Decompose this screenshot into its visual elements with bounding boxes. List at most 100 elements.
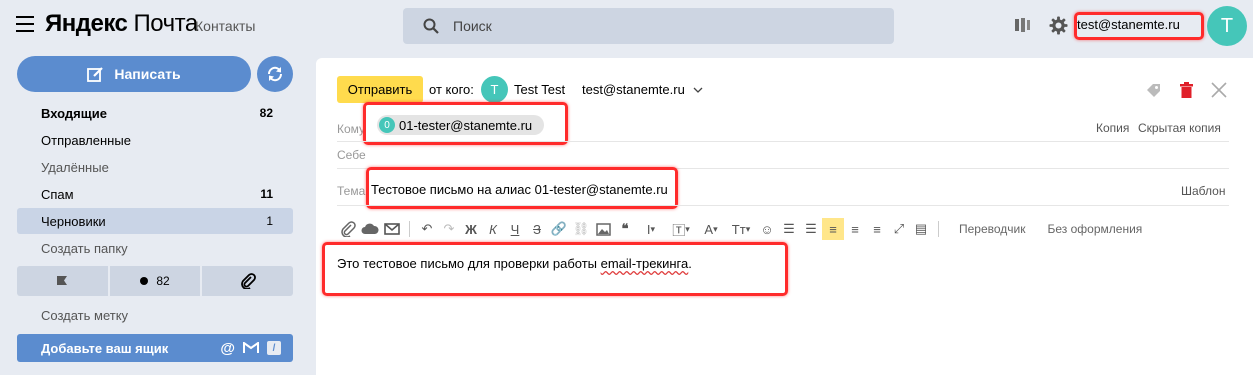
add-mailbox-label: Добавьте ваш ящик	[41, 340, 169, 356]
strikethrough-icon[interactable]: З	[526, 218, 548, 240]
subject-label: Тема	[337, 184, 366, 198]
subject-input[interactable]: Тестовое письмо на алиас 01-tester@stane…	[371, 182, 668, 197]
underline-icon[interactable]: Ч	[504, 218, 526, 240]
create-folder-label: Создать папку	[41, 240, 128, 256]
align-center-icon[interactable]: ≡	[844, 218, 866, 240]
folder-count: 82	[259, 106, 273, 120]
folder-count: 1	[266, 214, 273, 228]
body-text-underlined: email-трекинга	[600, 256, 689, 271]
folder-count: 11	[260, 187, 273, 201]
text-style-icon[interactable]: I ▾	[636, 218, 666, 240]
avatar[interactable]: T	[1207, 6, 1247, 46]
chevron-down-icon	[693, 87, 703, 93]
compose-button[interactable]: Написать	[17, 56, 251, 92]
logo-brand: Яндекс	[45, 10, 128, 37]
sender-avatar: T	[481, 76, 508, 103]
undo-icon[interactable]: ↶	[416, 218, 438, 240]
fullscreen-icon[interactable]: ⤢	[888, 218, 910, 240]
outlook-icon: /	[267, 341, 281, 355]
bcc-link[interactable]: Скрытая копия	[1138, 121, 1221, 135]
tag-icon[interactable]	[1145, 82, 1162, 104]
folder-label: Спам	[41, 186, 74, 202]
italic-icon[interactable]: К	[482, 218, 504, 240]
align-left-icon[interactable]: ≡	[822, 218, 844, 240]
bullet-list-icon[interactable]: ☰	[800, 218, 822, 240]
add-mailbox-button[interactable]: Добавьте ваш ящик @ /	[17, 334, 293, 362]
folder-label: Черновики	[41, 213, 106, 229]
folder-spam[interactable]: Спам 11	[17, 181, 293, 207]
theme-icon[interactable]	[1013, 16, 1031, 39]
body-text-end: .	[688, 256, 692, 271]
send-button[interactable]: Отправить	[337, 76, 423, 103]
refresh-button[interactable]	[257, 56, 293, 92]
recipient-avatar: 0	[379, 117, 395, 133]
flag-filter[interactable]	[17, 266, 108, 296]
from-label: от кого:	[429, 82, 474, 97]
cc-link[interactable]: Копия	[1096, 121, 1129, 135]
sender-email-select[interactable]: test@stanemte.ru	[582, 82, 703, 97]
search-input[interactable]: Поиск	[403, 8, 894, 44]
font-icon[interactable]: A ▾	[696, 218, 726, 240]
quote-icon[interactable]: ❝	[614, 218, 636, 240]
divider	[337, 168, 1229, 169]
bold-icon[interactable]: Ж	[460, 218, 482, 240]
pencil-icon	[87, 66, 104, 82]
numbered-list-icon[interactable]: ☰	[778, 218, 800, 240]
emoji-icon[interactable]: ☺	[756, 218, 778, 240]
folder-label: Удалённые	[41, 159, 109, 175]
create-label-label: Создать метку	[41, 307, 129, 323]
mail-attach-icon[interactable]	[381, 218, 403, 240]
search-icon	[423, 18, 439, 34]
link-icon[interactable]: 🔗	[548, 218, 570, 240]
unread-count: 82	[156, 274, 170, 288]
create-label-link[interactable]: Создать метку	[17, 302, 293, 328]
trash-icon[interactable]	[1179, 82, 1194, 104]
folder-label: Отправленные	[41, 132, 131, 148]
image-icon[interactable]	[592, 218, 614, 240]
format-toolbar: ↶ ↷ Ж К Ч З 🔗 ⛓ ❝ I ▾ 🅃 ▾ A ▾ Tт ▾ ☺ ☰ ☰ ≡ ≡…	[337, 218, 1142, 240]
contacts-link[interactable]: Контакты	[195, 18, 255, 34]
redo-icon[interactable]: ↷	[438, 218, 460, 240]
unread-filter[interactable]: 82	[109, 266, 201, 296]
unlink-icon[interactable]: ⛓	[570, 218, 592, 240]
refresh-icon	[267, 66, 283, 82]
translator-button[interactable]: Переводчик	[959, 222, 1026, 236]
menu-icon[interactable]	[16, 16, 34, 32]
logo-product: Почта	[133, 10, 199, 37]
body-text: Это тестовое письмо для проверки работы	[337, 256, 601, 271]
search-placeholder: Поиск	[453, 18, 492, 34]
template-link[interactable]: Шаблон	[1181, 184, 1225, 198]
recipient-chip[interactable]: 0 01-tester@stanemte.ru	[377, 115, 544, 135]
attachment-filter[interactable]	[202, 266, 294, 296]
font-size-icon[interactable]: Tт ▾	[726, 218, 756, 240]
user-email[interactable]: test@stanemte.ru	[1077, 17, 1180, 32]
logo[interactable]: Яндекс Почта	[45, 10, 198, 38]
align-right-icon[interactable]: ≡	[866, 218, 888, 240]
attach-icon[interactable]	[337, 218, 359, 240]
divider	[337, 205, 1229, 206]
folder-drafts[interactable]: Черновики 1	[17, 208, 293, 234]
paperclip-icon	[240, 273, 256, 289]
compose-label: Написать	[114, 66, 181, 82]
folder-sent[interactable]: Отправленные	[17, 127, 293, 153]
format-paint-icon[interactable]: ▤	[910, 218, 932, 240]
text-color-icon[interactable]: 🅃 ▾	[666, 218, 696, 240]
at-icon: @	[220, 339, 235, 357]
folder-inbox[interactable]: Входящие 82	[17, 100, 293, 126]
folder-label: Входящие	[41, 105, 107, 121]
close-icon[interactable]	[1211, 82, 1227, 103]
label-filters: 82	[17, 266, 294, 296]
gmail-icon	[243, 342, 259, 353]
folder-deleted[interactable]: Удалённые	[17, 154, 293, 180]
compose-panel	[316, 58, 1253, 375]
to-label: Кому	[337, 122, 366, 136]
message-body[interactable]: Это тестовое письмо для проверки работы …	[337, 256, 692, 271]
cloud-attach-icon[interactable]	[359, 218, 381, 240]
divider	[337, 141, 1229, 142]
no-format-button[interactable]: Без оформления	[1048, 222, 1143, 236]
flag-icon	[57, 276, 68, 285]
self-label[interactable]: Себе	[337, 148, 366, 162]
create-folder-link[interactable]: Создать папку	[17, 235, 293, 261]
gear-icon[interactable]	[1049, 16, 1068, 40]
dot-icon	[140, 277, 149, 285]
